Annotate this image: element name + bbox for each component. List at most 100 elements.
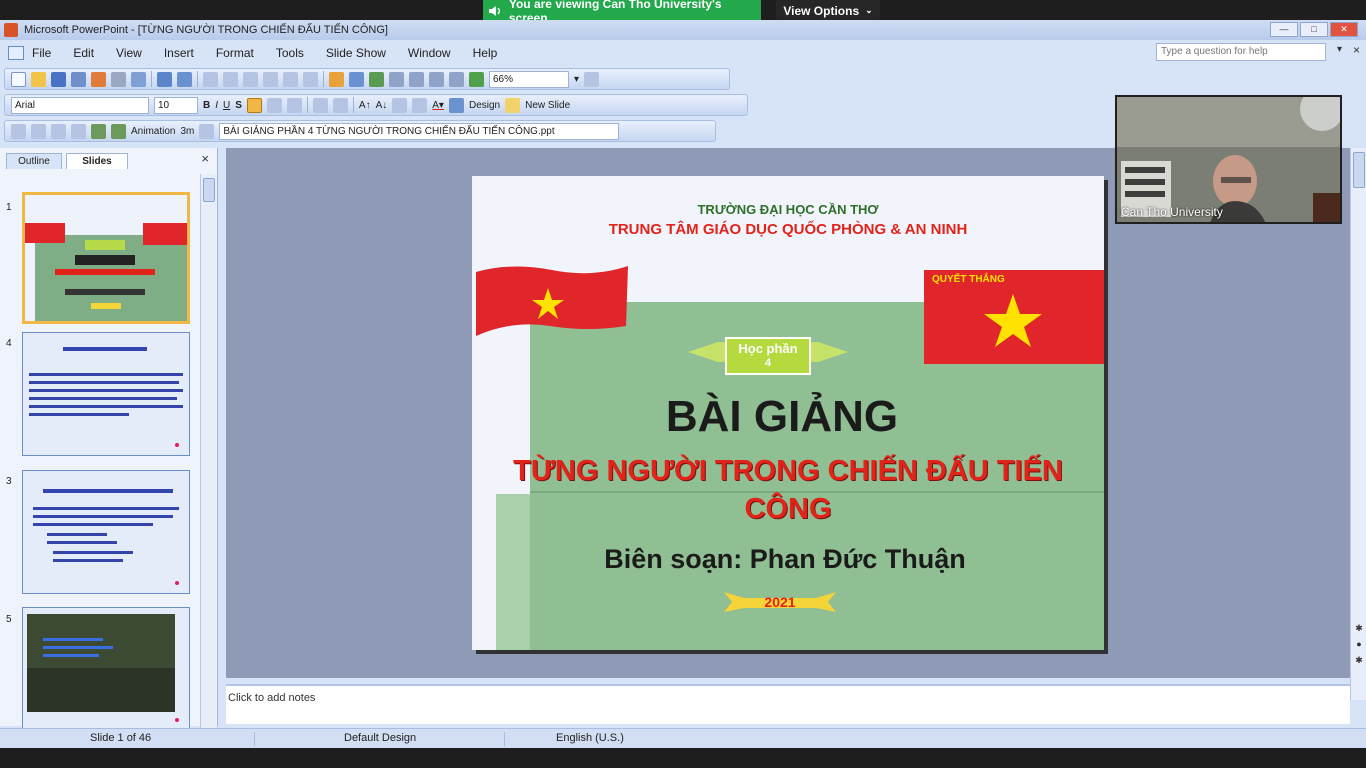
align-center-icon[interactable] bbox=[266, 97, 282, 113]
increase-font-size-icon[interactable]: A↑ bbox=[359, 100, 371, 111]
underline-button[interactable]: U bbox=[223, 100, 230, 111]
italic-button[interactable]: I bbox=[215, 100, 218, 111]
spelling-icon[interactable] bbox=[157, 71, 172, 87]
help-search-input[interactable]: Type a question for help bbox=[1156, 43, 1326, 61]
animation-dropdown[interactable]: Animation bbox=[131, 126, 175, 137]
animation-icon[interactable] bbox=[111, 123, 126, 139]
next-slide-icon[interactable]: ✱ bbox=[1353, 654, 1365, 666]
help-icon[interactable] bbox=[584, 71, 600, 87]
menu-edit[interactable]: Edit bbox=[73, 46, 94, 60]
print-icon[interactable] bbox=[111, 71, 126, 87]
shadow-button[interactable]: S bbox=[235, 100, 242, 111]
maximize-button[interactable]: □ bbox=[1300, 22, 1328, 37]
permission-icon[interactable] bbox=[71, 71, 86, 87]
bullets-icon[interactable] bbox=[332, 97, 348, 113]
show-icon[interactable] bbox=[11, 123, 26, 139]
slide-thumbnail-3[interactable] bbox=[22, 470, 190, 594]
separator bbox=[323, 71, 324, 87]
font-name-combo[interactable]: Arial bbox=[11, 96, 149, 114]
font-color-icon[interactable]: A▾ bbox=[432, 100, 444, 111]
notes-pane[interactable]: Click to add notes bbox=[226, 684, 1350, 724]
slide-subtitle: TỪNG NGƯỜI TRONG CHIẾN ĐẤU TIẾN CÔNG bbox=[513, 455, 1063, 525]
new-icon[interactable] bbox=[11, 71, 26, 87]
tab-slides[interactable]: Slides bbox=[66, 153, 128, 169]
show-time-combo[interactable]: 3m bbox=[180, 126, 194, 137]
table-icon[interactable] bbox=[349, 71, 364, 87]
slides-pane: Outline Slides × 1 4 3 5 bbox=[0, 148, 218, 734]
language: English (U.S.) bbox=[556, 732, 624, 744]
scroll-thumb[interactable] bbox=[1353, 152, 1365, 188]
standard-toolbar: 66% ▾ bbox=[4, 68, 730, 90]
insert-hyperlink-icon[interactable] bbox=[389, 71, 404, 87]
decrease-font-size-icon[interactable]: A↓ bbox=[376, 100, 388, 111]
editor-scrollbar[interactable]: ✱ ● ✱ bbox=[1350, 148, 1366, 700]
slide-canvas[interactable]: TRƯỜNG ĐẠI HỌC CẦN THƠ TRUNG TÂM GIÁO DỤ… bbox=[472, 176, 1104, 650]
expand-all-icon[interactable] bbox=[409, 71, 424, 87]
thumbnail-scrollbar[interactable] bbox=[200, 174, 216, 734]
zoom-dropdown-icon[interactable]: ▾ bbox=[574, 74, 579, 85]
color-grayscale-icon[interactable] bbox=[469, 71, 484, 87]
minimize-button[interactable]: — bbox=[1270, 22, 1298, 37]
align-left-icon[interactable] bbox=[246, 97, 262, 113]
menu-slide-show[interactable]: Slide Show bbox=[326, 46, 386, 60]
new-slide-button[interactable]: New Slide bbox=[525, 100, 570, 111]
bold-button[interactable]: B bbox=[203, 100, 210, 111]
powerpoint-icon bbox=[4, 23, 18, 37]
previous-icon[interactable] bbox=[31, 123, 46, 139]
grid-icon[interactable] bbox=[449, 71, 464, 87]
cut-icon[interactable] bbox=[203, 71, 218, 87]
menu-help[interactable]: Help bbox=[473, 46, 498, 60]
close-button[interactable]: ✕ bbox=[1330, 22, 1358, 37]
paste-icon[interactable] bbox=[243, 71, 258, 87]
menu-file[interactable]: File bbox=[32, 46, 51, 60]
slide-heading: BÀI GIẢNG bbox=[665, 392, 899, 441]
menu-tools[interactable]: Tools bbox=[276, 46, 304, 60]
tab-outline[interactable]: Outline bbox=[6, 153, 62, 169]
view-options-button[interactable]: View Options ⌄ bbox=[776, 0, 880, 21]
new-slide-icon[interactable] bbox=[505, 97, 521, 113]
undo-icon[interactable] bbox=[283, 71, 298, 87]
screen-share-bottom-bar bbox=[0, 748, 1366, 768]
open-icon[interactable] bbox=[31, 71, 46, 87]
chart-icon[interactable] bbox=[329, 71, 344, 87]
separator bbox=[504, 732, 505, 746]
show-formatting-icon[interactable] bbox=[429, 71, 444, 87]
slide-thumbnail-2[interactable] bbox=[22, 332, 190, 456]
select-browse-object-icon[interactable]: ● bbox=[1353, 638, 1365, 650]
close-pane-icon[interactable]: × bbox=[201, 151, 209, 166]
design-icon[interactable] bbox=[448, 97, 464, 113]
menu-format[interactable]: Format bbox=[216, 46, 254, 60]
file-name-combo[interactable]: BÀI GIẢNG PHẦN 4 TỪNG NGƯỜI TRONG CHIẾN … bbox=[219, 122, 620, 140]
numbering-icon[interactable] bbox=[312, 97, 328, 113]
redo-icon[interactable] bbox=[303, 71, 318, 87]
edit-comment-icon[interactable] bbox=[71, 123, 86, 139]
previous-slide-icon[interactable]: ✱ bbox=[1353, 622, 1365, 634]
design-button[interactable]: Design bbox=[469, 100, 500, 111]
slide-thumbnail-1[interactable] bbox=[22, 192, 190, 324]
save-icon[interactable] bbox=[51, 71, 66, 87]
rehearse-icon[interactable] bbox=[199, 123, 215, 139]
participant-video[interactable]: Can Tho University bbox=[1115, 95, 1342, 224]
menu-view[interactable]: View bbox=[116, 46, 142, 60]
font-size-combo[interactable]: 10 bbox=[154, 96, 198, 114]
document-icon[interactable] bbox=[8, 46, 24, 60]
scroll-thumb[interactable] bbox=[203, 178, 215, 202]
zoom-combo[interactable]: 66% bbox=[489, 70, 569, 88]
decrease-indent-icon[interactable] bbox=[392, 97, 408, 113]
increase-indent-icon[interactable] bbox=[412, 97, 428, 113]
research-icon[interactable] bbox=[177, 71, 192, 87]
menu-window[interactable]: Window bbox=[408, 46, 451, 60]
copy-icon[interactable] bbox=[223, 71, 238, 87]
separator bbox=[254, 732, 255, 746]
format-painter-icon[interactable] bbox=[263, 71, 278, 87]
help-dropdown-icon[interactable]: ▾ bbox=[1337, 44, 1342, 55]
print-preview-icon[interactable] bbox=[131, 71, 146, 87]
menu-insert[interactable]: Insert bbox=[164, 46, 194, 60]
tables-borders-icon[interactable] bbox=[369, 71, 384, 87]
slide-thumbnail-4[interactable] bbox=[22, 607, 190, 731]
close-document-icon[interactable]: × bbox=[1353, 43, 1360, 57]
align-right-icon[interactable] bbox=[286, 97, 302, 113]
email-icon[interactable] bbox=[91, 71, 106, 87]
next-icon[interactable] bbox=[51, 123, 66, 139]
slide-design-icon[interactable] bbox=[91, 123, 106, 139]
